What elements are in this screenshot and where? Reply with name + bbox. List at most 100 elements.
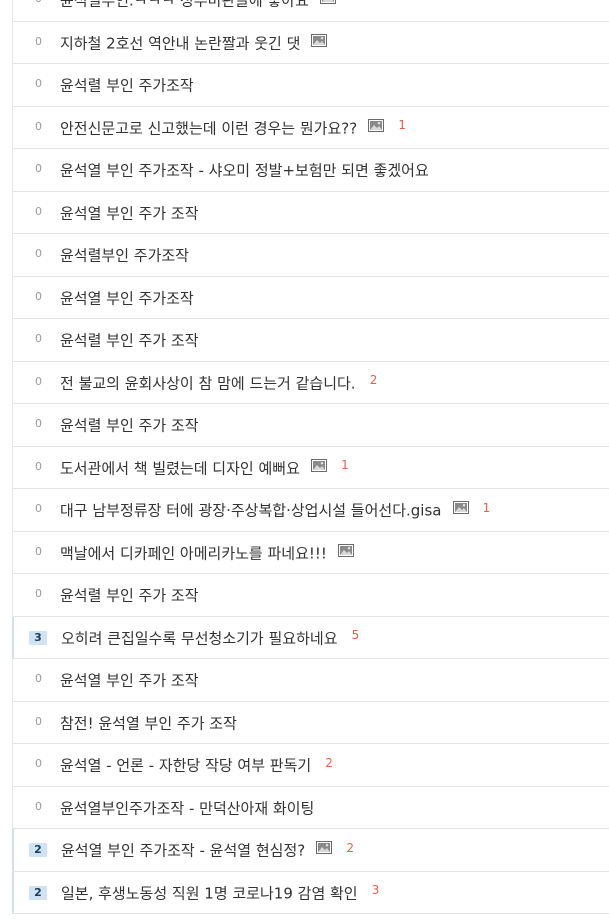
post-title[interactable]: 윤석렬 부인 주가 조작 [60, 417, 199, 435]
recommend-count: 0 [35, 714, 42, 728]
post-title-area: 윤석열 부인 주가조작 - 샤오미 정발+보험만 되면 좋겠어요 [60, 160, 599, 180]
post-row[interactable]: 0 윤석렬 부인 주가 조작 [12, 319, 609, 362]
comment-count[interactable]: 3 [372, 883, 380, 897]
post-row[interactable]: 2 윤석열 부인 주가조작 - 윤석열 현심정? 2 [12, 829, 609, 872]
post-title[interactable]: 윤석열 부인 주가 조작 [60, 204, 199, 222]
recommend-count: 2 [29, 843, 47, 857]
comment-count[interactable]: 1 [398, 118, 406, 132]
comment-count[interactable]: 1 [483, 501, 491, 515]
post-title-area: 대구 남부정류장 터에 광장·주상복합·상업시설 들어선다.gisa 1 [60, 500, 599, 520]
comment-count[interactable]: 5 [352, 628, 360, 642]
post-title[interactable]: 윤석렬 부인 주가 조작 [60, 332, 199, 350]
post-title[interactable]: 일본, 후생노동성 직원 1명 코로나19 감염 확인 [61, 884, 358, 902]
recommend-count: 0 [35, 672, 42, 685]
recommend-count: 0 [35, 757, 42, 770]
post-row[interactable]: 0 윤석열 부인 주가 조작 [12, 191, 609, 234]
recommend-count: 0 [35, 204, 42, 218]
post-title-area: 윤석열 부인 주가조작 [60, 288, 599, 308]
post-row[interactable]: 0 윤석열 - 언론 - 자한당 작당 여부 판독기 2 [12, 744, 609, 787]
post-title[interactable]: 윤석열부인주가조작 - 만덕산아재 화이팅 [60, 799, 314, 817]
post-row[interactable]: 0 지하철 2호선 역안내 논란짤과 웃긴 댓 [12, 21, 609, 64]
post-title-area: 윤석렬 부인 주가 조작 [60, 415, 599, 435]
post-row[interactable]: 0 윤석열 부인 주가조작 - 샤오미 정발+보험만 되면 좋겠어요 [12, 149, 609, 192]
recommend-count: 0 [35, 799, 42, 813]
post-title[interactable]: 윤석열 부인 주가 조작 [60, 672, 199, 690]
recommend-count: 0 [35, 587, 42, 600]
image-icon [320, 0, 336, 4]
post-title-area: 윤석열부인주가조작 - 만덕산아재 화이팅 [60, 798, 599, 818]
recommend-count: 0 [35, 77, 42, 90]
post-title[interactable]: 윤석렬부인.ㅋㅋㅋ 정부비판글에 좋아요 [60, 0, 309, 10]
post-row[interactable]: 2 일본, 후생노동성 직원 1명 코로나19 감염 확인 3 [12, 871, 609, 914]
post-title-area: 윤석렬부인.ㅋㅋㅋ 정부비판글에 좋아요 [60, 0, 599, 10]
post-title[interactable]: 윤석렬 부인 주가조작 [60, 77, 194, 95]
post-row[interactable]: 0 도서관에서 책 빌렸는데 디자인 예뻐요 1 [12, 446, 609, 489]
post-title[interactable]: 윤석열 부인 주가조작 - 윤석열 현심정? [61, 842, 305, 860]
post-title-area: 맥날에서 디카페인 아메리카노를 파네요!!! [60, 543, 599, 563]
post-title[interactable]: 안전신문고로 신고했는데 이런 경우는 뭔가요?? [60, 119, 357, 137]
recommend-count: 0 [35, 34, 42, 48]
image-icon [310, 458, 327, 472]
comment-count[interactable]: 2 [346, 841, 354, 855]
post-title-area: 윤석열 부인 주가 조작 [60, 670, 599, 690]
comment-count[interactable]: 1 [341, 458, 349, 472]
post-title[interactable]: 오히려 큰집일수록 무선청소기가 필요하네요 [61, 629, 338, 647]
post-row[interactable]: 0 안전신문고로 신고했는데 이런 경우는 뭔가요?? 1 [12, 106, 609, 149]
post-row[interactable]: 0 윤석렬부인 주가조작 [12, 234, 609, 277]
post-row[interactable]: 0 윤석렬 부인 주가 조작 [12, 404, 609, 447]
post-title-area: 윤석렬 부인 주가조작 [60, 75, 599, 95]
post-title-area: 일본, 후생노동성 직원 1명 코로나19 감염 확인 3 [61, 883, 599, 903]
comment-count[interactable]: 2 [370, 373, 378, 387]
post-title[interactable]: 대구 남부정류장 터에 광장·주상복합·상업시설 들어선다.gisa [60, 502, 441, 520]
recommend-count: 0 [35, 0, 42, 6]
post-title-area: 윤석열 - 언론 - 자한당 작당 여부 판독기 2 [60, 755, 599, 775]
recommend-count: 0 [35, 247, 42, 260]
post-title[interactable]: 윤석열 부인 주가조작 - 샤오미 정발+보험만 되면 좋겠어요 [60, 162, 429, 180]
recommend-count: 3 [29, 630, 47, 645]
post-title-area: 도서관에서 책 빌렸는데 디자인 예뻐요 1 [60, 458, 599, 478]
page: 0 윤석렬부인.ㅋㅋㅋ 정부비판글에 좋아요 0 지하철 2호선 역안내 논란짤… [0, 0, 609, 919]
recommend-count: 2 [29, 885, 47, 900]
recommend-count: 0 [35, 544, 42, 558]
post-list: 0 윤석렬부인.ㅋㅋㅋ 정부비판글에 좋아요 0 지하철 2호선 역안내 논란짤… [12, 0, 609, 914]
post-title[interactable]: 윤석열 부인 주가조작 [60, 289, 194, 307]
post-title-area: 윤석열 부인 주가조작 - 윤석열 현심정? 2 [61, 840, 599, 860]
post-title-area: 윤석열 부인 주가 조작 [60, 203, 599, 223]
post-title-area: 지하철 2호선 역안내 논란짤과 웃긴 댓 [60, 33, 599, 53]
post-row[interactable]: 0 맥날에서 디카페인 아메리카노를 파네요!!! [12, 531, 609, 574]
recommend-count: 0 [35, 459, 42, 473]
recommend-count: 0 [35, 332, 42, 345]
post-row[interactable]: 0 윤석열 부인 주가조작 [12, 276, 609, 319]
comment-count[interactable]: 2 [325, 756, 333, 770]
image-icon [368, 118, 385, 132]
post-title[interactable]: 도서관에서 책 빌렸는데 디자인 예뻐요 [60, 459, 300, 477]
post-row[interactable]: 0 대구 남부정류장 터에 광장·주상복합·상업시설 들어선다.gisa 1 [12, 489, 609, 532]
post-title[interactable]: 윤석렬 부인 주가 조작 [60, 587, 199, 605]
post-title-area: 오히려 큰집일수록 무선청소기가 필요하네요 5 [61, 628, 599, 648]
post-title[interactable]: 윤석열 - 언론 - 자한당 작당 여부 판독기 [60, 757, 311, 775]
image-icon [311, 33, 328, 47]
recommend-count: 0 [35, 119, 42, 133]
post-title-area: 윤석렬 부인 주가 조작 [60, 330, 599, 350]
image-icon [452, 501, 469, 514]
image-icon [338, 543, 355, 557]
recommend-count: 0 [35, 502, 42, 515]
post-title-area: 전 불교의 윤회사상이 참 맘에 드는거 같습니다. 2 [60, 373, 599, 393]
post-title[interactable]: 윤석렬부인 주가조작 [60, 247, 189, 265]
post-row[interactable]: 3 오히려 큰집일수록 무선청소기가 필요하네요 5 [12, 616, 609, 659]
post-title-area: 윤석렬 부인 주가 조작 [60, 585, 599, 605]
post-row[interactable]: 0 전 불교의 윤회사상이 참 맘에 드는거 같습니다. 2 [12, 361, 609, 404]
post-row[interactable]: 0 윤석렬 부인 주가조작 [12, 64, 609, 107]
post-title[interactable]: 참전! 윤석열 부인 주가 조작 [60, 714, 237, 732]
post-row[interactable]: 0 윤석렬 부인 주가 조작 [12, 574, 609, 617]
post-row[interactable]: 0 윤석렬부인.ㅋㅋㅋ 정부비판글에 좋아요 [12, 0, 609, 22]
post-row[interactable]: 0 윤석열부인주가조작 - 만덕산아재 화이팅 [12, 786, 609, 829]
post-title-area: 안전신문고로 신고했는데 이런 경우는 뭔가요?? 1 [60, 118, 599, 138]
post-row[interactable]: 0 윤석열 부인 주가 조작 [12, 659, 609, 702]
post-title[interactable]: 전 불교의 윤회사상이 참 맘에 드는거 같습니다. [60, 374, 356, 392]
image-icon [316, 841, 333, 854]
post-row[interactable]: 0 참전! 윤석열 부인 주가 조작 [12, 701, 609, 744]
post-title[interactable]: 맥날에서 디카페인 아메리카노를 파네요!!! [60, 544, 327, 562]
post-title[interactable]: 지하철 2호선 역안내 논란짤과 웃긴 댓 [60, 34, 300, 52]
recommend-count: 0 [35, 417, 42, 430]
